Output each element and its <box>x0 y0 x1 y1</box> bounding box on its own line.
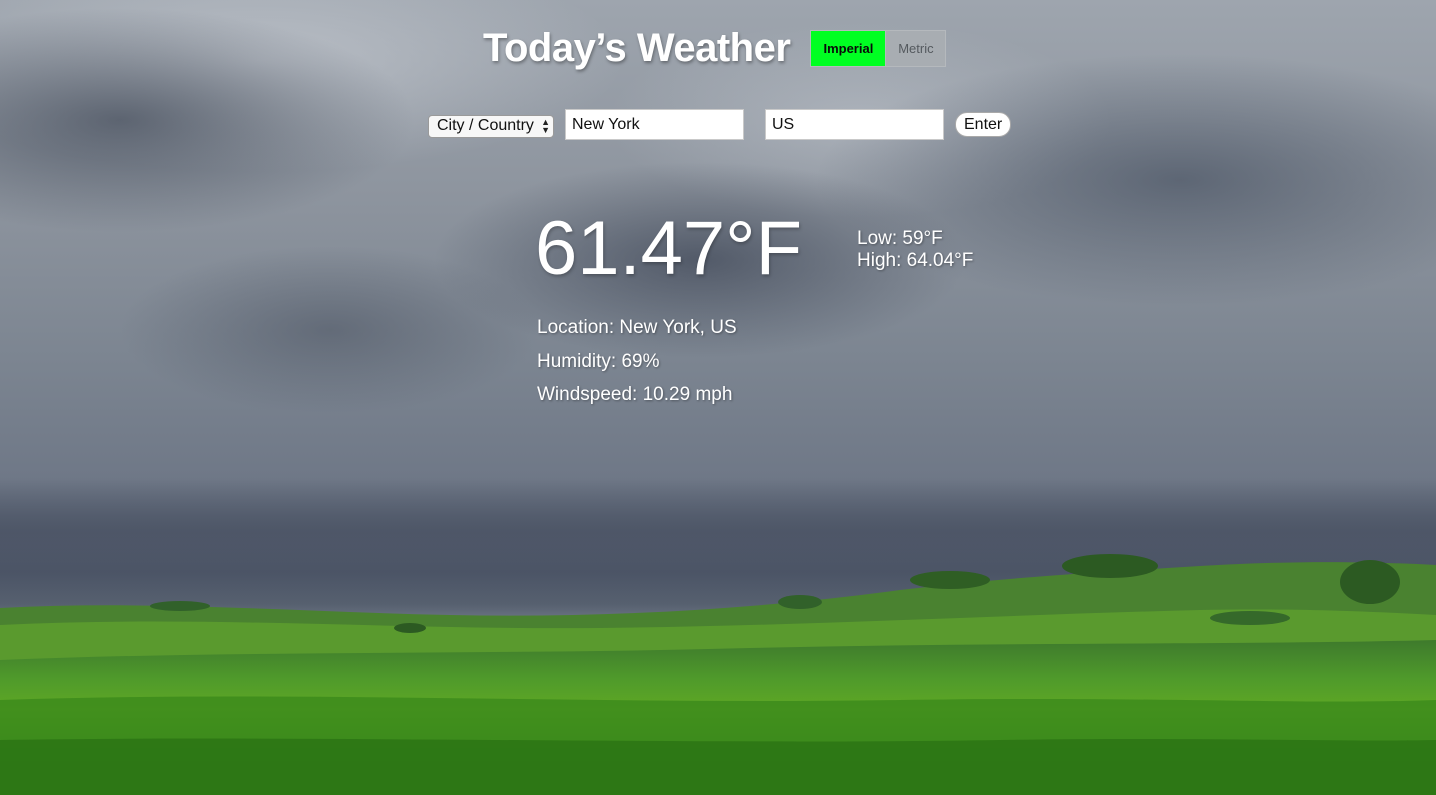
location-text: Location: New York, US <box>537 317 737 338</box>
current-temperature: 61.47°F <box>535 206 803 291</box>
country-input[interactable] <box>765 109 944 140</box>
search-form: City / Country ▲▼ Enter <box>428 109 1012 140</box>
weather-page: Today’s Weather Imperial Metric City / C… <box>0 0 1436 795</box>
search-mode-select[interactable]: City / Country ▲ ▼ <box>428 114 554 138</box>
metric-button[interactable]: Metric <box>886 30 947 67</box>
header: Today’s Weather Imperial Metric <box>483 26 947 71</box>
unit-toggle: Imperial Metric <box>810 30 947 67</box>
humidity-text: Humidity: 69% <box>537 350 660 372</box>
enter-button[interactable]: Enter <box>955 112 1012 137</box>
weather-details: Location: New York, US Humidity: 69% Win… <box>537 317 737 418</box>
low-high-temps: Low: 59°F High: 64.04°F <box>857 228 973 272</box>
city-input[interactable] <box>565 109 744 140</box>
page-title: Today’s Weather <box>483 26 791 70</box>
imperial-button[interactable]: Imperial <box>810 30 887 67</box>
search-mode-value: City / Country <box>437 117 534 134</box>
high-temperature: High: 64.04°F <box>857 250 974 271</box>
select-arrows-icon: ▲ ▼ <box>541 116 550 135</box>
windspeed-text: Windspeed: 10.29 mph <box>537 384 733 405</box>
low-temperature: Low: 59°F <box>857 228 943 249</box>
